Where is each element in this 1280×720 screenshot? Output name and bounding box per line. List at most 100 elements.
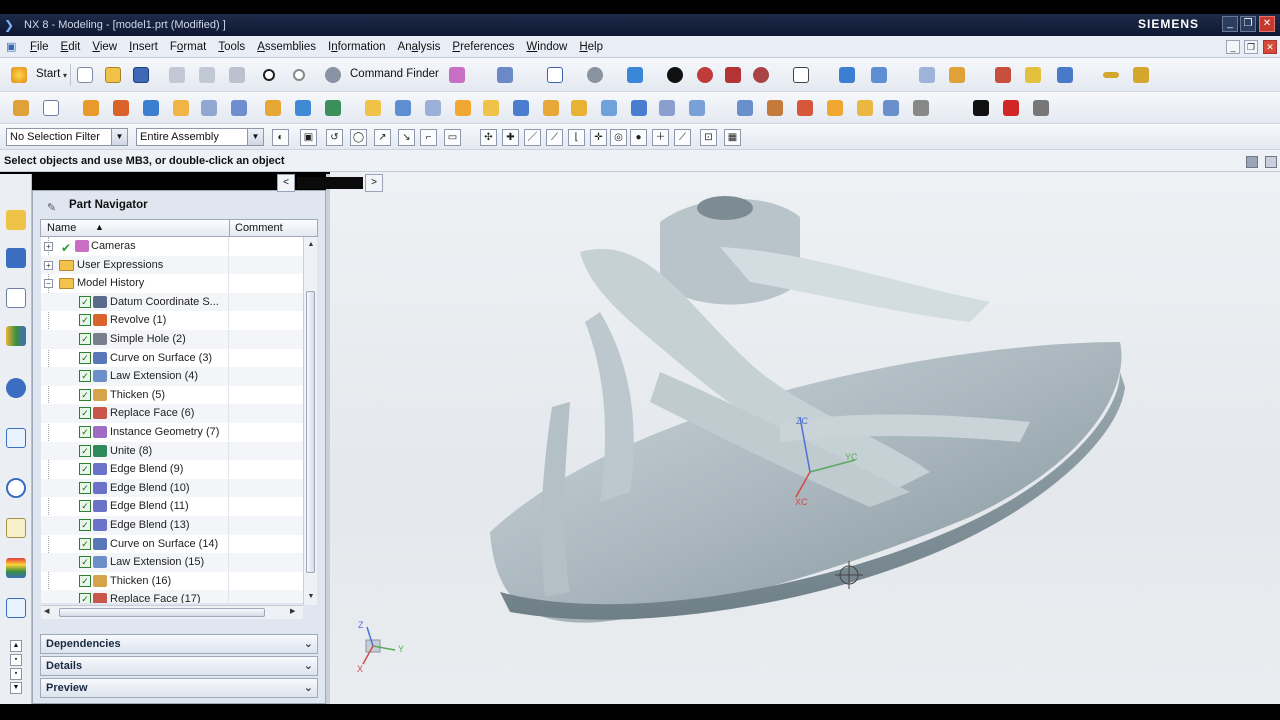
feature-row[interactable]: ✓ Law Extension (4): [41, 367, 303, 386]
fit-view-icon[interactable]: [544, 64, 566, 86]
feature-row[interactable]: ✓ Thicken (5): [41, 385, 303, 405]
revolve-icon[interactable]: [110, 97, 132, 119]
snap-intersection-icon[interactable]: ⟋: [546, 129, 563, 146]
analysis-icon[interactable]: [1054, 64, 1076, 86]
horizontal-scrollbar-thumb[interactable]: [59, 608, 265, 617]
shell-icon[interactable]: [510, 97, 532, 119]
connected-curve-icon[interactable]: ↘: [398, 129, 415, 146]
menu-item[interactable]: Insert: [123, 41, 164, 53]
column-divider[interactable]: [229, 220, 230, 236]
subtract-icon[interactable]: [970, 97, 992, 119]
feature-row[interactable]: ✓ Replace Face (17): [41, 590, 303, 603]
measure-angle-icon[interactable]: [1130, 64, 1152, 86]
law-extension-icon[interactable]: [854, 97, 876, 119]
copy-icon[interactable]: [196, 64, 218, 86]
comment-column-header[interactable]: Comment: [235, 222, 283, 234]
selection-filter-dropdown[interactable]: No Selection Filter ▼: [6, 128, 128, 146]
feature-row[interactable]: ✓ Law Extension (15): [41, 553, 303, 572]
view-triad-icon[interactable]: [868, 64, 890, 86]
trim-body-icon[interactable]: [568, 97, 590, 119]
document-menu-icon[interactable]: ▣: [6, 41, 20, 53]
thicken-icon[interactable]: [734, 97, 756, 119]
assembly-cube-icon[interactable]: [446, 64, 468, 86]
scrollbar-thumb[interactable]: [306, 291, 315, 573]
new-file-icon[interactable]: [74, 64, 96, 86]
start-button[interactable]: Start: [36, 68, 60, 80]
close-button[interactable]: ✕: [1259, 16, 1275, 32]
offset-face-icon[interactable]: [686, 97, 708, 119]
mirror-icon[interactable]: [656, 97, 678, 119]
command-finder-button[interactable]: Command Finder: [350, 68, 439, 80]
feature-row[interactable]: ✓ Thicken (16): [41, 571, 303, 591]
render-style-icon[interactable]: [664, 64, 686, 86]
slot-icon[interactable]: [392, 97, 414, 119]
pocket-icon[interactable]: [322, 97, 344, 119]
paste-icon[interactable]: [226, 64, 248, 86]
feature-checkbox[interactable]: ✓: [79, 351, 91, 364]
save-icon[interactable]: [130, 64, 152, 86]
snap-midpoint-icon[interactable]: ✚: [502, 129, 519, 146]
chevron-down-icon[interactable]: ⌄: [304, 657, 313, 675]
feature-row[interactable]: ✓ Edge Blend (11): [41, 497, 303, 516]
preview-panel[interactable]: Preview ⌄: [40, 678, 318, 698]
tree-expander-icon[interactable]: +: [44, 242, 53, 251]
chevron-right-icon[interactable]: >: [365, 174, 383, 192]
split-body-icon[interactable]: [598, 97, 620, 119]
feature-row[interactable]: ✓ Replace Face (6): [41, 404, 303, 423]
resource-scroll-up-icon[interactable]: ▲: [10, 640, 22, 652]
feature-checkbox[interactable]: ✓: [79, 388, 91, 401]
restore-button[interactable]: ❐: [1240, 16, 1256, 32]
assembly-navigator-icon[interactable]: [5, 206, 27, 234]
web-browser-icon[interactable]: [5, 374, 27, 402]
snap-curve-icon[interactable]: ⟋: [674, 129, 691, 146]
pattern-icon[interactable]: [628, 97, 650, 119]
feature-row[interactable]: ✓ Instance Geometry (7): [41, 423, 303, 442]
feature-row[interactable]: ✓ Revolve (1): [41, 311, 303, 330]
resource-config-icon[interactable]: ▪: [10, 654, 22, 666]
scroll-left-icon[interactable]: ◀: [44, 607, 49, 615]
snap-icon[interactable]: [992, 64, 1014, 86]
chevron-down-icon[interactable]: ▼: [111, 129, 127, 145]
chevron-down-icon[interactable]: ▼: [247, 129, 263, 145]
select-all-icon[interactable]: ◯: [350, 129, 367, 146]
rectangle-select-icon[interactable]: ▭: [444, 129, 461, 146]
quick-pick-icon[interactable]: ⊡: [700, 129, 717, 146]
details-panel[interactable]: Details ⌄: [40, 656, 318, 676]
orient-view-icon[interactable]: [836, 64, 858, 86]
menu-item[interactable]: Preferences: [446, 41, 520, 53]
resource-scroll-down-icon[interactable]: ▼: [10, 682, 22, 694]
edge-blend-icon[interactable]: [452, 97, 474, 119]
feature-more-icon[interactable]: [1030, 97, 1052, 119]
block-icon[interactable]: [140, 97, 162, 119]
inferred-curve-icon[interactable]: ↗: [374, 129, 391, 146]
snap-endpoint-icon[interactable]: ✣: [480, 129, 497, 146]
tree-group-row[interactable]: + ✔ Cameras: [41, 237, 303, 256]
hole-icon[interactable]: [262, 97, 284, 119]
chamfer-icon[interactable]: [480, 97, 502, 119]
feature-row[interactable]: ✓ Edge Blend (10): [41, 478, 303, 498]
feature-checkbox[interactable]: ✓: [79, 295, 91, 308]
tree-group-row[interactable]: − Model History: [41, 274, 303, 293]
section-view-icon[interactable]: [694, 64, 716, 86]
synchronous-icon[interactable]: [824, 97, 846, 119]
cue-panel-icon[interactable]: [1246, 156, 1258, 168]
undo-icon[interactable]: [258, 64, 280, 86]
reuse-library-icon[interactable]: [5, 322, 27, 350]
cylinder-icon[interactable]: [170, 97, 192, 119]
tangent-curve-icon[interactable]: ⌐: [420, 129, 437, 146]
groove-icon[interactable]: [422, 97, 444, 119]
cut-icon[interactable]: [166, 64, 188, 86]
feature-checkbox[interactable]: ✓: [79, 556, 91, 569]
draft-icon[interactable]: [540, 97, 562, 119]
emphasis-icon[interactable]: [722, 64, 744, 86]
feature-checkbox[interactable]: ✓: [79, 574, 91, 587]
navigator-horizontal-scrollbar[interactable]: ◀ ▶: [41, 605, 303, 619]
extrude-icon[interactable]: [80, 97, 102, 119]
dependencies-panel[interactable]: Dependencies ⌄: [40, 634, 318, 654]
feature-row[interactable]: ✓ Curve on Surface (3): [41, 348, 303, 368]
chevron-down-icon[interactable]: ⌄: [304, 635, 313, 653]
name-column-header[interactable]: Name: [47, 222, 76, 234]
move-face-icon[interactable]: [794, 97, 816, 119]
sphere-icon[interactable]: [228, 97, 250, 119]
menu-item[interactable]: Tools: [212, 41, 251, 53]
